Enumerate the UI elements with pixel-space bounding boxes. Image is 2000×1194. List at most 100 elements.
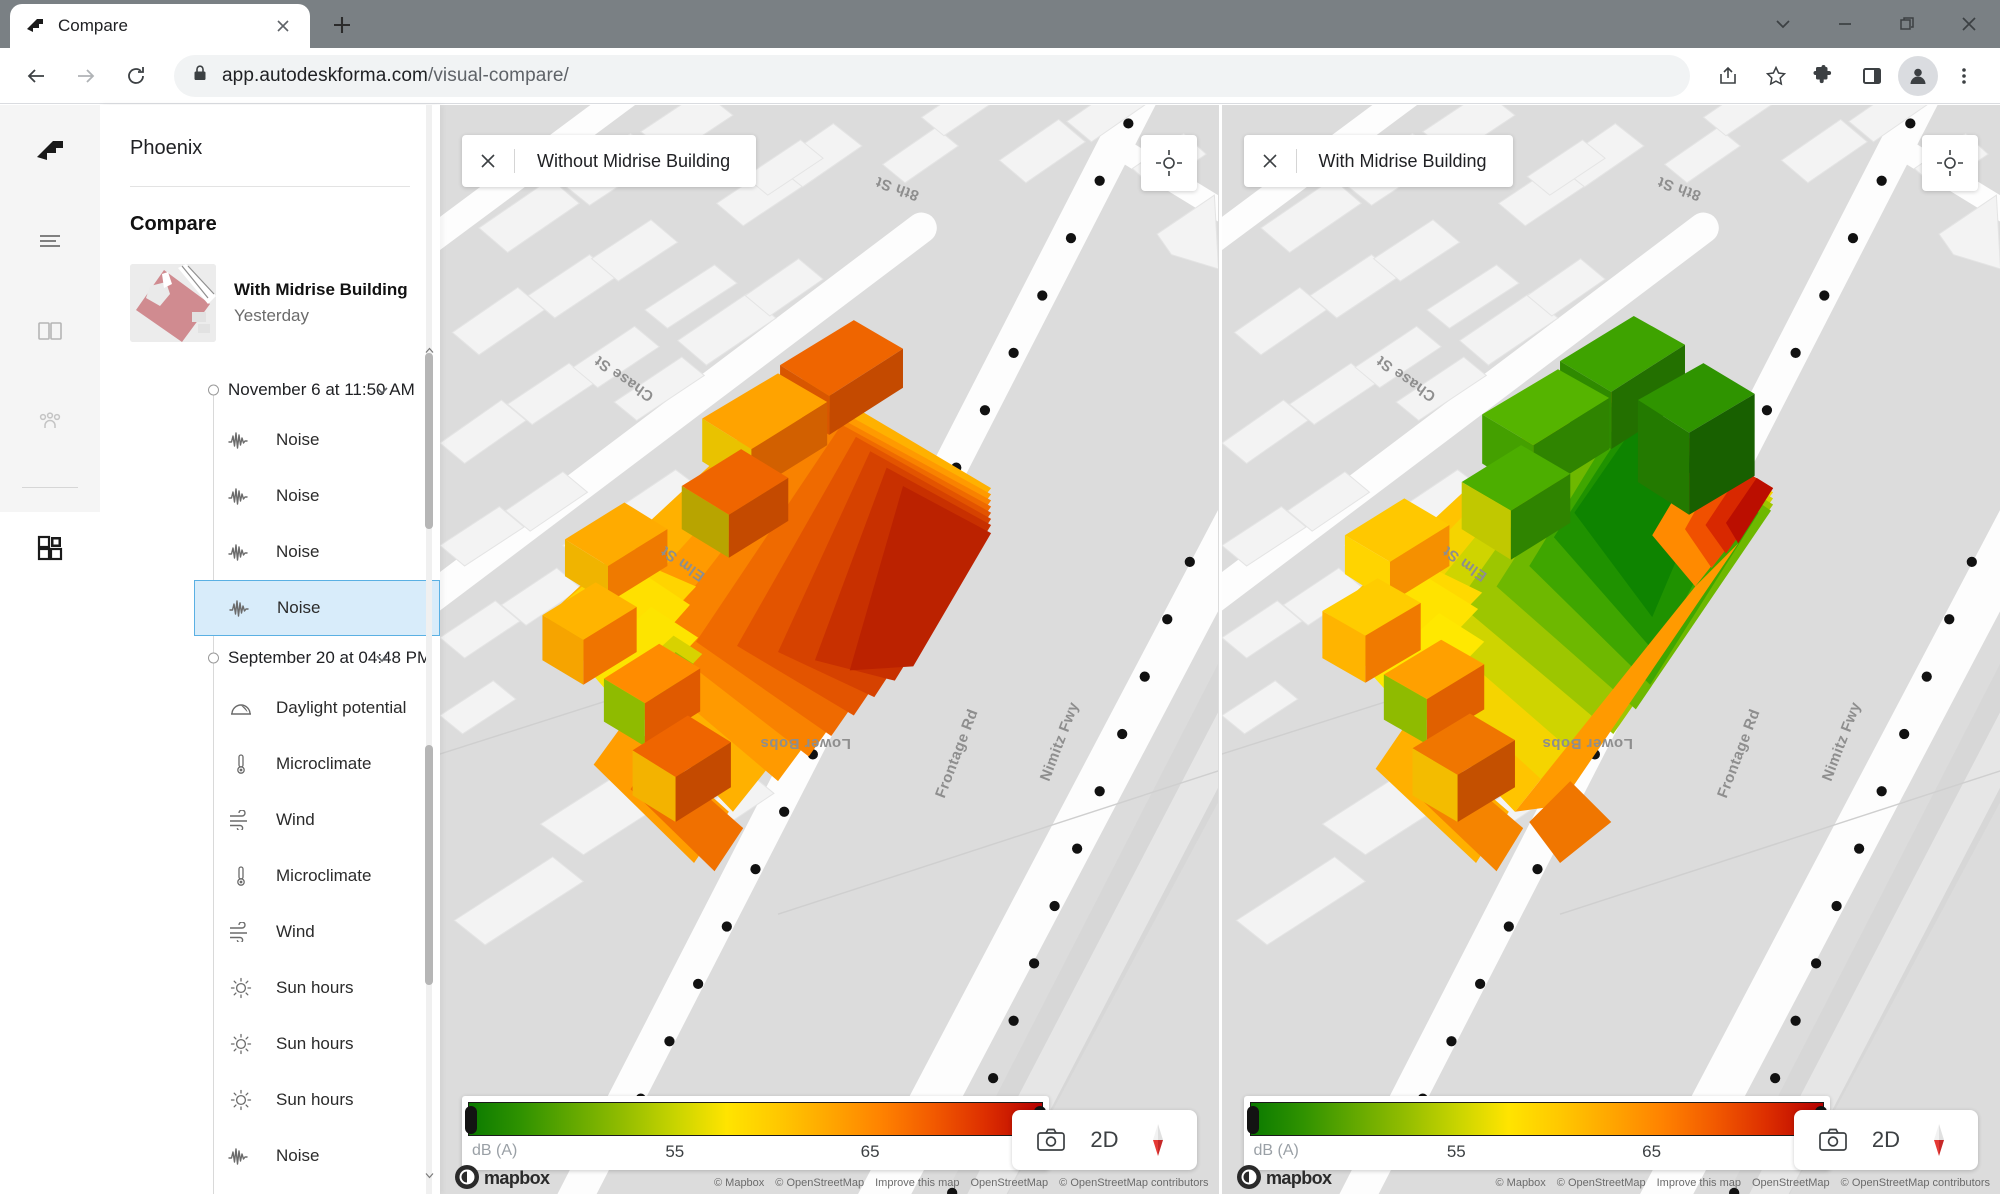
attribution-item[interactable]: © Mapbox <box>1496 1177 1546 1189</box>
map-canvas-left[interactable] <box>440 105 1219 1194</box>
minimize-icon[interactable] <box>1814 0 1876 48</box>
map-view-left[interactable]: Chase St Elm St 8th St Lower Bobs Fronta… <box>440 105 1219 1194</box>
recenter-target-icon[interactable] <box>1922 135 1978 191</box>
attribution-item[interactable]: © OpenStreetMap <box>775 1177 864 1189</box>
recenter-target-icon[interactable] <box>1140 135 1197 191</box>
forma-app: Phoenix Compare With Midrise Building Ye… <box>0 105 2000 1194</box>
chevron-down-icon[interactable] <box>372 648 392 668</box>
analysis-row[interactable]: Daylight potential <box>100 680 440 736</box>
chevron-down-icon[interactable] <box>1752 0 1814 48</box>
star-icon[interactable] <box>1754 54 1798 98</box>
legend-min-handle[interactable] <box>465 1106 477 1134</box>
analysis-row-selected[interactable]: Noise <box>194 580 440 636</box>
legend-gradient-bar[interactable] <box>1246 1102 1827 1136</box>
new-tab-button[interactable] <box>322 5 362 45</box>
project-name: Phoenix <box>130 137 203 159</box>
reload-icon[interactable] <box>114 54 158 98</box>
attribution-item[interactable]: OpenStreetMap <box>971 1177 1049 1189</box>
map-header-left[interactable]: Without Midrise Building <box>462 135 757 187</box>
analysis-row[interactable]: Microclimate <box>100 848 440 904</box>
proposal-card[interactable]: With Midrise Building Yesterday <box>100 236 440 342</box>
browser-tabstrip: Compare <box>0 0 2000 48</box>
attribution-item[interactable]: © Mapbox <box>714 1177 764 1189</box>
analysis-row[interactable]: Noise <box>100 524 440 580</box>
timeline-group-header[interactable]: November 6 at 11:50 AM <box>100 368 440 412</box>
attribution-item[interactable]: Improve this map <box>875 1177 959 1189</box>
analysis-row[interactable]: Microclimate <box>100 736 440 792</box>
chevron-down-icon[interactable] <box>372 380 392 400</box>
legend-tick: 55 <box>1446 1142 1466 1161</box>
more-menu-icon[interactable] <box>1942 54 1986 98</box>
analysis-row[interactable]: Noise <box>100 1128 440 1184</box>
attribution-item[interactable]: © OpenStreetMap contributors <box>1841 1177 1990 1189</box>
noise-waveform-icon <box>228 1143 254 1169</box>
analysis-row-label: Noise <box>276 542 320 561</box>
scrollbar-thumb[interactable] <box>425 353 433 529</box>
mapbox-logo[interactable]: mapbox <box>1236 1164 1362 1190</box>
legend-tick: 55 <box>665 1142 685 1161</box>
attribution-item[interactable]: Improve this map <box>1657 1177 1741 1189</box>
view-mode-toggle[interactable]: 2D <box>1078 1127 1130 1153</box>
profile-avatar-icon[interactable] <box>1898 55 1938 96</box>
analysis-row-label: Noise <box>276 486 320 505</box>
timeline-group-header[interactable]: September 20 at 04:48 PM <box>100 636 440 680</box>
camera-icon[interactable] <box>1810 1117 1856 1163</box>
sidebar-scrollbar[interactable] <box>424 105 434 1194</box>
side-panel-icon[interactable] <box>1850 54 1894 98</box>
map-header-label: Without Midrise Building <box>537 150 731 171</box>
scrollbar-thumb-secondary[interactable] <box>425 745 433 985</box>
map-view-right[interactable]: Chase St Elm St 8th St Lower Bobs Fronta… <box>1218 105 2000 1194</box>
close-icon[interactable] <box>1244 135 1296 187</box>
close-icon[interactable] <box>1938 0 2000 48</box>
sidebar-item-compare-grid[interactable] <box>22 520 78 576</box>
analysis-row[interactable]: Wind <box>100 904 440 960</box>
rail-divider <box>22 487 78 488</box>
scrollbar-track[interactable] <box>426 105 432 1194</box>
sidebar-item-forma-home[interactable] <box>22 123 78 179</box>
sun-icon <box>228 1087 254 1113</box>
sidebar-item-people[interactable] <box>22 393 78 449</box>
analysis-row-label: Microclimate <box>276 866 372 885</box>
map-header-right[interactable]: With Midrise Building <box>1243 135 1513 187</box>
map-tools-right[interactable]: 2D <box>1793 1110 1978 1170</box>
compass-needle-icon[interactable] <box>1135 1117 1181 1163</box>
close-icon[interactable] <box>270 13 296 39</box>
analysis-row[interactable]: Noise <box>100 468 440 524</box>
scroll-down-icon[interactable] <box>424 1168 434 1182</box>
analysis-row[interactable]: Noise <box>100 412 440 468</box>
legend-gradient-bar[interactable] <box>465 1102 1046 1136</box>
project-header: Phoenix <box>100 105 440 187</box>
browser-tab-title: Compare <box>58 16 128 35</box>
scroll-up-icon[interactable] <box>424 343 434 357</box>
share-icon[interactable] <box>1706 54 1750 98</box>
sidebar-item-library[interactable] <box>22 303 78 359</box>
attribution-item[interactable]: OpenStreetMap <box>1752 1177 1830 1189</box>
camera-icon[interactable] <box>1028 1117 1074 1163</box>
legend-tick: 65 <box>1642 1142 1662 1161</box>
mapbox-logo[interactable]: mapbox <box>454 1164 580 1190</box>
address-bar[interactable]: app.autodeskforma.com/visual-compare/ <box>174 54 1690 97</box>
map-tools-left[interactable]: 2D <box>1012 1110 1197 1170</box>
analysis-row[interactable]: Sun hours <box>100 1016 440 1072</box>
forward-arrow-icon[interactable] <box>64 54 108 98</box>
extensions-puzzle-icon[interactable] <box>1802 54 1846 98</box>
analysis-row[interactable]: Sun hours <box>100 1072 440 1128</box>
map-canvas-right[interactable] <box>1221 105 2000 1194</box>
restore-icon[interactable] <box>1876 0 1938 48</box>
svg-text:mapbox: mapbox <box>1266 1168 1332 1188</box>
sidebar-item-list-view[interactable] <box>22 213 78 269</box>
back-arrow-icon[interactable] <box>14 54 58 98</box>
view-mode-toggle[interactable]: 2D <box>1860 1127 1912 1153</box>
noise-legend-right[interactable]: dB (A) 55 65 <box>1243 1096 1830 1170</box>
analysis-row[interactable]: Wind <box>100 792 440 848</box>
close-icon[interactable] <box>462 135 514 187</box>
attribution-item[interactable]: © OpenStreetMap contributors <box>1059 1177 1208 1189</box>
daylight-dome-icon <box>228 695 254 721</box>
browser-tab[interactable]: Compare <box>10 4 310 48</box>
analysis-row[interactable]: Sun hours <box>100 960 440 1016</box>
attribution-item[interactable]: © OpenStreetMap <box>1557 1177 1646 1189</box>
legend-min-handle[interactable] <box>1246 1106 1259 1134</box>
compass-needle-icon[interactable] <box>1916 1117 1962 1163</box>
lock-icon <box>192 64 208 87</box>
noise-legend-left[interactable]: dB (A) 55 65 <box>462 1096 1049 1170</box>
